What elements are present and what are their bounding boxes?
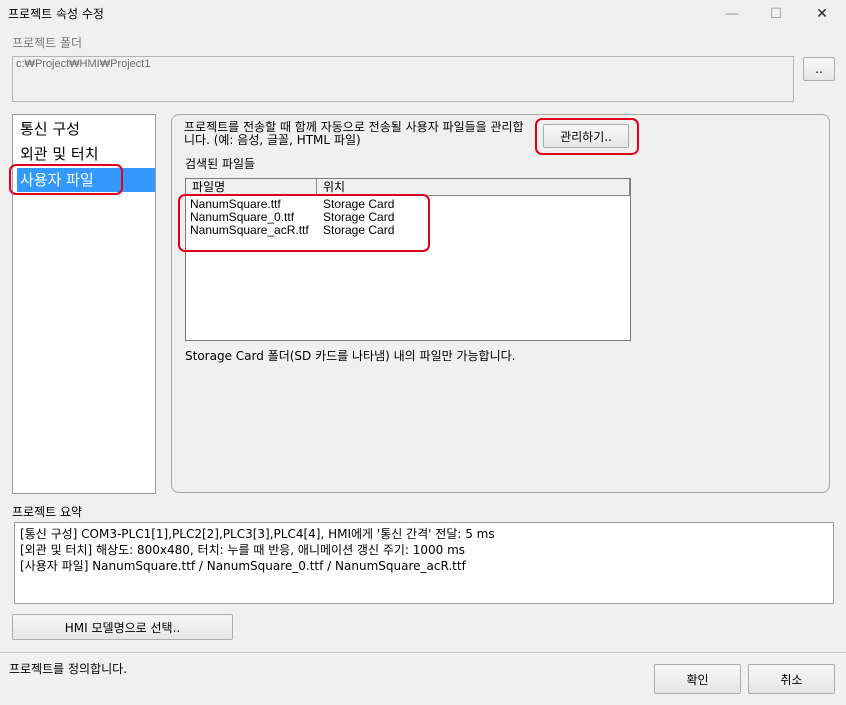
summary-line: [통신 구성] COM3-PLC1[1],PLC2[2],PLC3[3],PLC… bbox=[20, 527, 495, 541]
project-folder-path: c:₩Project₩HMI₩Project1 bbox=[16, 58, 151, 70]
status-text: 프로젝트를 정의합니다. bbox=[9, 662, 128, 676]
user-files-description: 프로젝트를 전송할 때 함께 자동으로 전송될 사용자 파일들을 관리합니다. … bbox=[184, 120, 524, 147]
highlight-annotation bbox=[9, 164, 123, 195]
select-by-model-button[interactable]: HMI 모델명으로 선택.. bbox=[12, 614, 233, 640]
status-bar: 프로젝트를 정의합니다. 확인 취소 bbox=[0, 652, 846, 705]
column-header-filename[interactable]: 파일명 bbox=[186, 179, 317, 195]
close-icon[interactable]: ✕ bbox=[800, 0, 844, 28]
sidebar-item-communication[interactable]: 통신 구성 bbox=[17, 117, 155, 141]
cancel-button[interactable]: 취소 bbox=[748, 664, 835, 694]
title-bar: 프로젝트 속성 수정 — ☐ ✕ bbox=[0, 0, 846, 28]
project-folder-label: 프로젝트 폴더 bbox=[12, 36, 83, 50]
storage-note: Storage Card 폴더(SD 카드를 나타냄) 내의 파일만 가능합니다… bbox=[185, 349, 516, 363]
summary-label: 프로젝트 요약 bbox=[12, 505, 83, 519]
browse-folder-button[interactable]: .. bbox=[803, 57, 835, 81]
highlight-annotation bbox=[178, 194, 430, 252]
column-header-location[interactable]: 위치 bbox=[317, 179, 630, 195]
highlight-annotation bbox=[535, 118, 639, 155]
ok-button[interactable]: 확인 bbox=[654, 664, 741, 694]
summary-box[interactable]: [통신 구성] COM3-PLC1[1],PLC2[2],PLC3[3],PLC… bbox=[14, 522, 834, 604]
summary-line: [외관 및 터치] 해상도: 800x480, 터치: 누를 때 반응, 애니메… bbox=[20, 543, 466, 557]
minimize-icon[interactable]: — bbox=[710, 0, 754, 28]
window-title: 프로젝트 속성 수정 bbox=[8, 7, 104, 21]
project-folder-field[interactable]: c:₩Project₩HMI₩Project1 bbox=[12, 56, 794, 102]
found-files-label: 검색된 파일들 bbox=[185, 157, 256, 171]
summary-line: [사용자 파일] NanumSquare.ttf / NanumSquare_0… bbox=[20, 559, 466, 573]
sidebar-item-appearance[interactable]: 외관 및 터치 bbox=[17, 142, 155, 166]
maximize-icon[interactable]: ☐ bbox=[754, 0, 798, 28]
